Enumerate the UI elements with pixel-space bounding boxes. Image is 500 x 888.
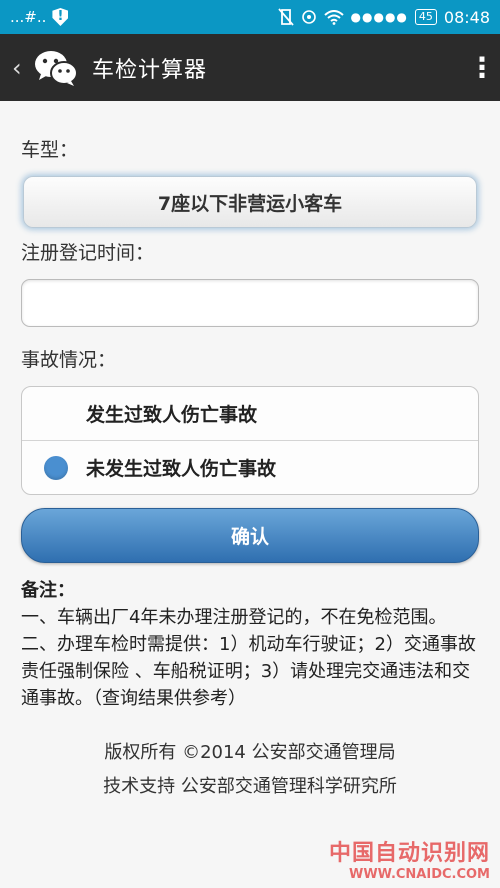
reg-date-label: 注册登记时间： <box>21 242 155 264</box>
accident-label: 事故情况： <box>21 349 117 371</box>
watermark-en: WWW.CNAIDC.COM <box>348 867 490 882</box>
reg-date-input[interactable] <box>21 279 479 327</box>
page-title: 车检计算器 <box>92 57 208 83</box>
support-text: 技术支持 公安部交通管理科学研究所 <box>103 776 397 797</box>
status-left-text: ...#.. <box>10 8 47 26</box>
status-right: ●●●●● 45 08:48 <box>277 7 490 27</box>
notes: 备注： 一、车辆出厂4年未办理注册登记的，不在免检范围。 二、办理车检时需提供：… <box>21 577 479 712</box>
vibrate-off-icon <box>277 8 294 26</box>
accident-option-no[interactable]: 未发生过致人伤亡事故 <box>22 440 478 494</box>
wechat-icon[interactable] <box>34 49 78 87</box>
more-menu-icon[interactable]: ⋮ <box>468 53 496 82</box>
car-type-select-button[interactable]: 7座以下非营运小客车 <box>23 176 477 228</box>
accident-option-label: 未发生过致人伤亡事故 <box>86 458 277 480</box>
status-bar: ...#.. ●●●●● 45 08:48 <box>0 0 500 34</box>
title-bar: ‹ 车检计算器 ⋮ <box>0 34 500 101</box>
radio-selected-icon <box>44 456 68 480</box>
accident-radio-group: 发生过致人伤亡事故 未发生过致人伤亡事故 <box>21 386 479 495</box>
battery-icon: 45 <box>414 9 437 25</box>
clock: 08:48 <box>443 7 490 27</box>
watermark: 中国自动识别网 WWW.CNAIDC.COM <box>329 835 490 882</box>
accident-option-label: 发生过致人伤亡事故 <box>86 404 258 426</box>
notes-line-1: 一、车辆出厂4年未办理注册登记的，不在免检范围。 <box>21 607 447 628</box>
footer: 版权所有 ©2014 公安部交通管理局 技术支持 公安部交通管理科学研究所 <box>21 736 479 804</box>
status-left: ...#.. <box>10 8 69 26</box>
copyright-text: 版权所有 ©2014 公安部交通管理局 <box>104 742 396 763</box>
sync-icon <box>301 10 316 24</box>
notes-title: 备注： <box>21 580 75 601</box>
main-content: 车型： 7座以下非营运小客车 注册登记时间： 事故情况： 发生过致人伤亡事故 未… <box>0 101 500 804</box>
watermark-cn: 中国自动识别网 <box>328 841 490 866</box>
confirm-button[interactable]: 确认 <box>21 508 479 563</box>
shield-alert-icon <box>52 8 69 26</box>
wifi-icon <box>323 9 344 25</box>
back-icon[interactable]: ‹ <box>12 54 32 82</box>
notes-line-2: 二、办理车检时需提供：1）机动车行驶证；2）交通事故责任强制保险 、车船税证明；… <box>21 634 476 709</box>
signal-dots: ●●●●● <box>350 10 408 24</box>
accident-option-yes[interactable]: 发生过致人伤亡事故 <box>22 387 478 440</box>
car-type-label: 车型： <box>21 139 79 161</box>
